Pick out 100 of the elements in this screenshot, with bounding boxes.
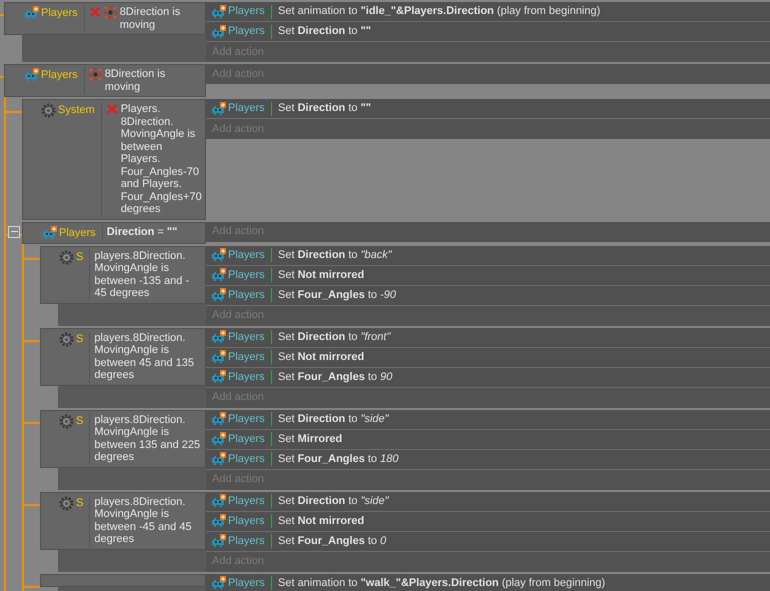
condition-panel[interactable]: System Players. 8Direction. MovingAngle is between Players. Four_Angles-70 and Players. Four_Angles+70 degrees <box>22 99 206 220</box>
object-name: Players <box>228 101 265 116</box>
action-row[interactable]: Players Set Direction to "front" <box>206 328 770 348</box>
condition-text: players.8Direction. MovingAngle is between 135 and 225 degrees <box>94 414 201 464</box>
object-name: S <box>76 414 84 428</box>
condition-text: players.8Direction. MovingAngle is between -135 and - 45 degrees <box>94 250 190 300</box>
action-text: Set Four_Angles to 90 <box>277 370 392 385</box>
action-text: Set Direction to "front" <box>277 330 390 345</box>
sprite-icon <box>210 494 226 508</box>
object-name: Players <box>228 412 265 427</box>
object-name: Players <box>228 494 265 509</box>
sprite-icon <box>210 268 226 282</box>
gear-icon <box>41 103 56 118</box>
sprite-icon <box>210 534 226 548</box>
action-row[interactable]: Players Set animation to "walk_"&Players.Direction (play from beginning) <box>206 574 770 591</box>
action-row[interactable]: Players Set Direction to "" <box>206 99 770 119</box>
sprite-icon <box>210 432 226 446</box>
object-name: S <box>76 250 84 264</box>
sprite-icon <box>210 248 226 262</box>
condition-panel[interactable]: S players.8Direction. MovingAngle is between -45 and 45 degrees <box>40 492 206 550</box>
gear-icon <box>59 332 74 346</box>
object-name: S <box>76 332 84 346</box>
condition-text: Direction = "" <box>106 226 178 238</box>
sprite-icon <box>210 102 226 116</box>
action-text: Set Direction to "back" <box>277 248 392 263</box>
action-text: Set Four_Angles to 0 <box>277 534 386 549</box>
action-text: Set animation to "walk_"&Players.Direction (play from beginning) <box>277 576 606 591</box>
action-text: Set Direction to "side" <box>277 494 389 509</box>
sprite-icon <box>210 350 226 364</box>
action-row[interactable]: Players Set Four_Angles to 0 <box>206 532 770 552</box>
action-row[interactable]: Players Set Direction to "back" <box>206 246 770 266</box>
object-name: Players <box>228 514 265 529</box>
condition-panel[interactable]: Players 8Direction is moving <box>4 2 206 35</box>
gear-icon <box>59 414 74 428</box>
action-text: Set animation to "idle_"&Players.Direction (play from beginning) <box>277 4 600 20</box>
object-name: Players <box>228 576 265 591</box>
object-name: Players <box>228 288 265 303</box>
action-row[interactable]: Players Set Four_Angles to -90 <box>206 286 770 306</box>
action-row[interactable]: Players Set Direction to "" <box>206 22 770 42</box>
object-name: S <box>76 496 84 510</box>
sprite-icon <box>210 412 226 426</box>
action-text: Set Not mirrored <box>277 268 364 283</box>
condition-panel[interactable]: S players.8Direction. MovingAngle is between -135 and - 45 degrees <box>40 246 206 304</box>
condition-text: players.8Direction. MovingAngle is between 45 and 135 degrees <box>94 332 196 382</box>
action-row[interactable]: Players Set Four_Angles to 90 <box>206 368 770 388</box>
condition-panel[interactable] <box>40 574 206 586</box>
sprite-icon <box>210 24 226 38</box>
object-name: Players <box>228 24 265 40</box>
action-row[interactable]: Players Set Direction to "side" <box>206 492 770 512</box>
sprite-icon <box>23 68 39 82</box>
action-text: Set Mirrored <box>277 432 342 447</box>
gear-icon <box>59 250 74 264</box>
condition-text: 8Direction is moving <box>120 6 182 31</box>
dots-icon <box>88 68 102 81</box>
sprite-icon <box>210 452 226 466</box>
object-name: Players <box>228 534 265 549</box>
action-row[interactable]: Players Set Direction to "side" <box>206 410 770 430</box>
action-text: Set Direction to "" <box>277 24 371 40</box>
condition-text: players.8Direction. MovingAngle is between -45 and 45 degrees <box>94 496 193 546</box>
object-name: System <box>58 103 95 117</box>
object-name: Players <box>228 4 265 20</box>
sprite-icon <box>210 330 226 344</box>
dots-icon <box>104 6 117 19</box>
action-text: Set Four_Angles to 180 <box>277 452 398 467</box>
condition-panel[interactable]: S players.8Direction. MovingAngle is between 45 and 135 degrees <box>40 328 206 386</box>
action-row[interactable]: Players Set Not mirrored <box>206 266 770 286</box>
action-text: Set Not mirrored <box>277 514 364 529</box>
object-name: Players <box>59 226 96 240</box>
action-row[interactable]: Players Set Mirrored <box>206 430 770 450</box>
condition-panel[interactable]: Players 8Direction is moving <box>4 64 206 97</box>
collapse-toggle[interactable] <box>8 226 20 238</box>
action-row[interactable]: Players Set Not mirrored <box>206 348 770 368</box>
object-name: Players <box>41 68 78 82</box>
action-text: Set Direction to "side" <box>277 412 389 427</box>
action-text: Set Four_Angles to -90 <box>277 288 396 303</box>
sprite-icon <box>23 6 39 20</box>
action-text: Set Not mirrored <box>277 350 364 365</box>
sprite-icon <box>210 4 226 18</box>
object-name: Players <box>228 432 265 447</box>
sprite-icon <box>41 226 57 240</box>
object-name: Players <box>228 350 265 365</box>
action-row[interactable]: Players Set Not mirrored <box>206 512 770 532</box>
action-row[interactable]: Players Set Four_Angles to 180 <box>206 450 770 470</box>
action-text: Set Direction to "" <box>277 101 371 116</box>
sprite-icon <box>210 576 226 590</box>
sprite-icon <box>210 288 226 302</box>
object-name: Players <box>228 370 265 385</box>
condition-text: Players. 8Direction. MovingAngle is between Players. Four_Angles-70 and Players. Four_Angles+70 degrees <box>120 103 202 216</box>
condition-panel[interactable]: S players.8Direction. MovingAngle is between 135 and 225 degrees <box>40 410 206 468</box>
object-name: Players <box>228 452 265 467</box>
sprite-icon <box>210 514 226 528</box>
sprite-icon <box>210 370 226 384</box>
gear-icon <box>59 496 74 510</box>
object-name: Players <box>228 268 265 283</box>
condition-text: 8Direction is moving <box>104 68 166 93</box>
condition-panel[interactable]: Players Direction = "" <box>22 222 206 244</box>
object-name: Players <box>41 6 78 20</box>
action-row[interactable]: Players Set animation to "idle_"&Players.Direction (play from beginning) <box>206 2 770 22</box>
object-name: Players <box>228 330 265 345</box>
object-name: Players <box>228 248 265 263</box>
